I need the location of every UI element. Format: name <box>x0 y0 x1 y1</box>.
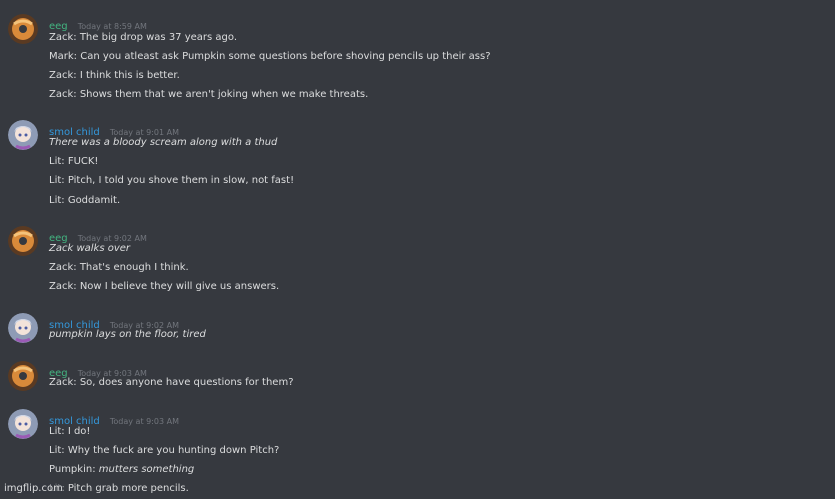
user-avatar-eeg[interactable] <box>8 226 38 256</box>
message-text: Zack: So, does anyone have questions for… <box>49 377 294 388</box>
timestamp: Today at 9:03 AM <box>109 417 180 426</box>
message-text: Zack: That's enough I think. <box>49 262 189 273</box>
message-header: eeg Today at 8:59 AM <box>49 14 147 32</box>
message-italic-text: There was a bloody scream along with a t… <box>49 137 278 148</box>
anime-character-avatar-icon <box>8 313 38 343</box>
donut-avatar-icon <box>8 14 38 44</box>
message-text: Mark: Can you atleast ask Pumpkin some q… <box>49 51 491 62</box>
message-line: Pumpkin: mutters something <box>49 463 194 476</box>
message-line: Zack walks over <box>49 242 130 255</box>
message-line: Zack: That's enough I think. <box>49 261 189 274</box>
user-avatar-smol-child[interactable] <box>8 120 38 150</box>
message-header: smol child Today at 9:02 AM <box>49 313 179 331</box>
message-text: Zack: Shows them that we aren't joking w… <box>49 89 369 100</box>
message-line: Zack: Shows them that we aren't joking w… <box>49 88 368 101</box>
donut-avatar-icon <box>8 361 38 391</box>
message-text: Lit: I do! <box>49 426 91 437</box>
message-text: Zack: I think this is better. <box>49 70 180 81</box>
message-line: Zack: Now I believe they will give us an… <box>49 280 279 293</box>
donut-avatar-icon <box>8 226 38 256</box>
message-line: Lit: I do! <box>49 425 90 438</box>
message-text: Zack: Now I believe they will give us an… <box>49 281 280 292</box>
message-text: Pumpkin: <box>49 464 99 475</box>
message-line: Zack: I think this is better. <box>49 69 180 82</box>
chat-messages-area: eeg Today at 8:59 AM Zack: The big drop … <box>0 0 835 499</box>
message-text: Lit: Goddamit. <box>49 195 121 206</box>
message-line: pumpkin lays on the floor, tired <box>49 328 206 341</box>
message-line: Lit: FUCK! <box>49 155 98 168</box>
imgflip-watermark: imgflip.com <box>4 483 63 494</box>
message-line: There was a bloody scream along with a t… <box>49 136 277 149</box>
message-line: Zack: So, does anyone have questions for… <box>49 376 294 389</box>
message-header: eeg Today at 9:02 AM <box>49 226 147 244</box>
message-italic-text: Zack walks over <box>49 243 131 254</box>
message-header: smol child Today at 9:01 AM <box>49 120 179 138</box>
message-line: Mark: Can you atleast ask Pumpkin some q… <box>49 50 491 63</box>
message-line: Lit: Why the fuck are you hunting down P… <box>49 444 279 457</box>
user-avatar-smol-child[interactable] <box>8 409 38 439</box>
message-line: Zack: The big drop was 37 years ago. <box>49 31 237 44</box>
user-avatar-eeg[interactable] <box>8 14 38 44</box>
anime-character-avatar-icon <box>8 409 38 439</box>
message-text: Lit: Why the fuck are you hunting down P… <box>49 445 280 456</box>
message-text: Lit: Pitch, I told you shove them in slo… <box>49 175 295 186</box>
timestamp: Today at 8:59 AM <box>77 22 147 31</box>
message-line: Lit: Pitch, I told you shove them in slo… <box>49 174 294 187</box>
anime-character-avatar-icon <box>8 120 38 150</box>
message-text: Lit: FUCK! <box>49 156 99 167</box>
message-text: Lit: Pitch grab more pencils. <box>49 483 189 494</box>
message-italic-text: pumpkin lays on the floor, tired <box>49 329 206 340</box>
user-avatar-smol-child[interactable] <box>8 313 38 343</box>
message-header: smol child Today at 9:03 AM <box>49 409 180 427</box>
user-avatar-eeg[interactable] <box>8 361 38 391</box>
message-italic-text: mutters something <box>98 464 195 475</box>
message-line: Lit: Goddamit. <box>49 194 120 207</box>
message-line: Lit: Pitch grab more pencils. <box>49 482 189 495</box>
message-header: eeg Today at 9:03 AM <box>49 361 147 379</box>
message-text: Zack: The big drop was 37 years ago. <box>49 32 238 43</box>
